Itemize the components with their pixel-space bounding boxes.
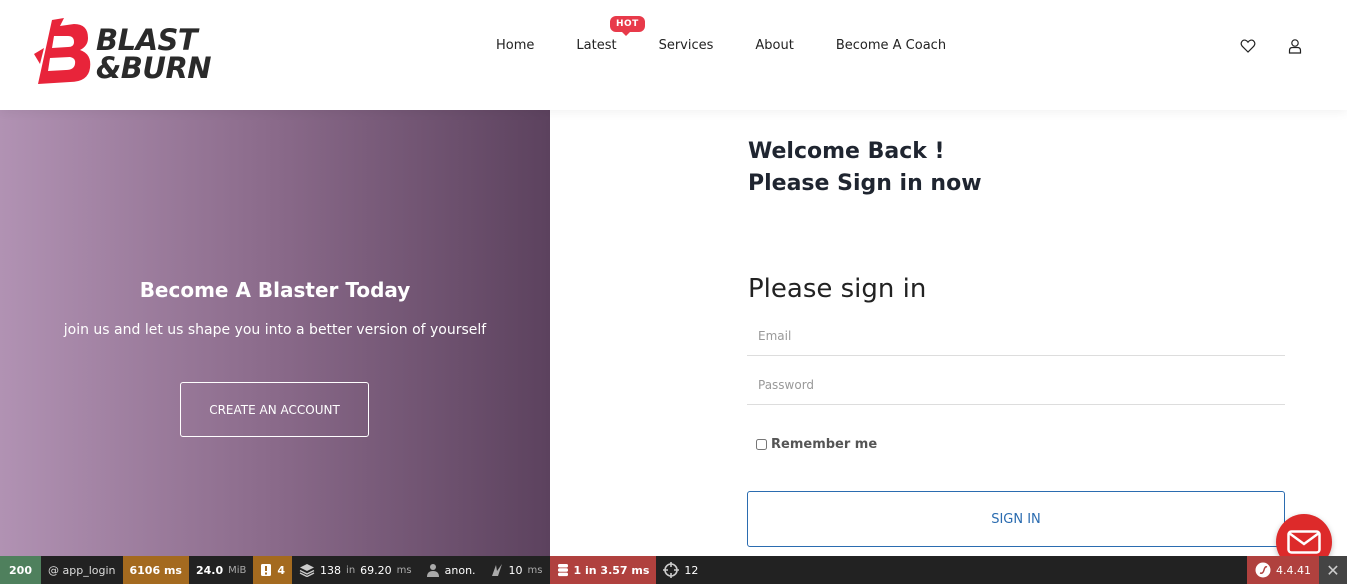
toolbar-translations[interactable]: 12: [656, 556, 705, 584]
toolbar-memory[interactable]: 24.0 MiB: [189, 556, 253, 584]
twig-unit: ms: [396, 564, 412, 576]
nav-latest[interactable]: Latest: [576, 38, 616, 58]
main-nav: Home Latest Services About Become A Coac…: [496, 38, 946, 58]
signup-promo-panel: Become A Blaster Today join us and let u…: [0, 110, 550, 556]
twig-count: 138: [320, 563, 342, 577]
welcome-heading: Welcome Back ! Please Sign in now: [748, 136, 982, 200]
db-queries: 1 in 3.57 ms: [573, 563, 650, 577]
toolbar-close-icon[interactable]: ✕: [1319, 556, 1347, 584]
user-value: anon.: [444, 563, 476, 577]
logo-line-1: BLAST: [96, 23, 198, 57]
toolbar-database[interactable]: 1 in 3.57 ms: [549, 556, 657, 584]
twig-time: 69.20: [360, 563, 392, 577]
promo-title: Become A Blaster Today: [139, 278, 411, 302]
remember-me-checkbox[interactable]: [756, 439, 767, 450]
layers-icon: [299, 564, 315, 577]
symfony-logo-icon: [1255, 562, 1271, 578]
performance-icon: [491, 564, 502, 576]
blast-burn-logo-icon: [34, 18, 91, 84]
nav-services[interactable]: Services: [659, 38, 714, 58]
memory-value: 24.0: [195, 563, 224, 577]
user-icon[interactable]: [1287, 38, 1303, 54]
hot-badge: HOT: [610, 16, 645, 36]
warning-icon: [261, 564, 272, 576]
logo-line-2: &BURN: [96, 51, 212, 85]
toolbar-symfony-version[interactable]: 4.4.41: [1247, 556, 1319, 584]
person-icon: [426, 564, 439, 577]
translations-count: 12: [684, 563, 699, 577]
email-field[interactable]: [747, 316, 1285, 356]
toolbar-performance[interactable]: 10 ms: [483, 556, 550, 584]
envelope-icon: [1287, 530, 1321, 554]
nav-home[interactable]: Home: [496, 38, 534, 58]
create-account-button[interactable]: CREATE AN ACCOUNT: [180, 382, 369, 437]
debug-toolbar: 200 @ app_login 6106 ms 24.0 MiB 4 138 i…: [0, 556, 1347, 584]
welcome-line-2: Please Sign in now: [748, 171, 982, 196]
logo-wordmark: BLAST &BURN: [96, 23, 212, 85]
toolbar-user[interactable]: anon.: [419, 556, 483, 584]
nav-about[interactable]: About: [755, 38, 793, 58]
toolbar-route[interactable]: @ app_login: [41, 556, 123, 584]
site-header: BLAST &BURN Home Latest Services About B…: [0, 0, 1347, 110]
signin-form-heading: Please sign in: [748, 274, 927, 304]
welcome-line-1: Welcome Back !: [748, 139, 945, 164]
toolbar-status-code[interactable]: 200: [0, 556, 41, 584]
perf-unit: ms: [527, 564, 543, 576]
remember-me-label: Remember me: [771, 437, 878, 452]
crosshair-icon: [663, 562, 680, 578]
warnings-count: 4: [277, 563, 286, 577]
database-icon: [557, 564, 568, 577]
sign-in-button[interactable]: SIGN IN: [747, 491, 1285, 547]
heart-icon[interactable]: [1240, 38, 1256, 54]
promo-subtitle: join us and let us shape you into a bett…: [63, 322, 487, 338]
twig-in: in: [346, 564, 356, 576]
nav-become-a-coach[interactable]: Become A Coach: [836, 38, 946, 58]
memory-unit: MiB: [228, 564, 247, 576]
brand-logo[interactable]: BLAST &BURN: [30, 18, 212, 90]
password-field[interactable]: [747, 365, 1285, 405]
toolbar-request-time[interactable]: 6106 ms: [122, 556, 189, 584]
toolbar-twig[interactable]: 138 in 69.20 ms: [292, 556, 419, 584]
symfony-version: 4.4.41: [1276, 563, 1311, 577]
remember-me[interactable]: Remember me: [756, 437, 877, 452]
perf-value: 10: [508, 563, 523, 577]
toolbar-warnings[interactable]: 4: [253, 556, 293, 584]
